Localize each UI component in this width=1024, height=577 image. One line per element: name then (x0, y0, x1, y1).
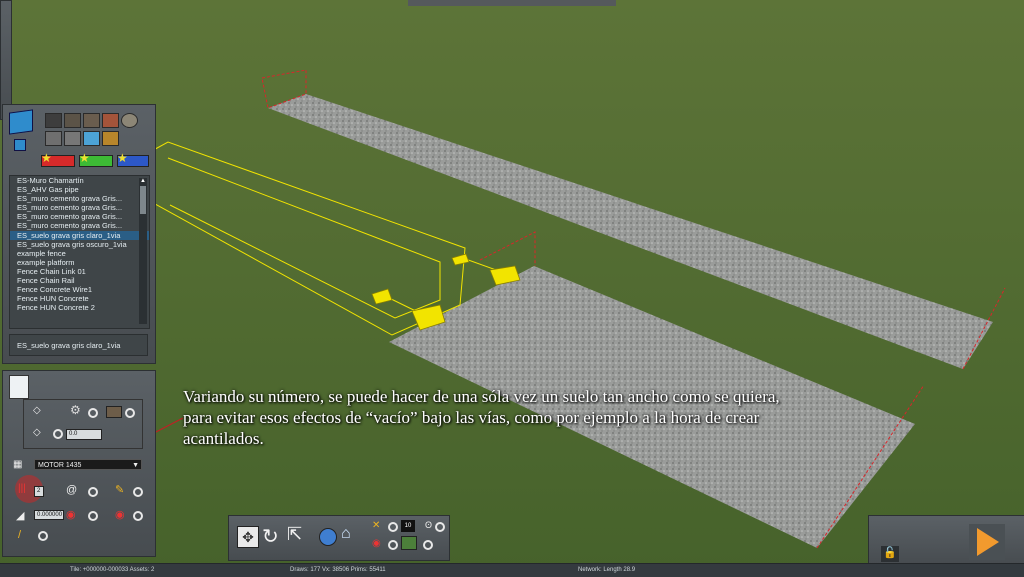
list-item[interactable]: ES_muro cemento grava Gris... (10, 212, 149, 221)
star-icon: ★ (41, 151, 52, 165)
snap-icon[interactable]: ⇱ (287, 524, 302, 545)
pipe-tool-icon[interactable] (64, 131, 81, 146)
radio-option[interactable] (423, 540, 433, 550)
list-item[interactable]: Fence Concrete Wire1 (10, 285, 149, 294)
offset-field[interactable]: 0.0 (66, 429, 102, 440)
grade-field[interactable]: 0.000000 (34, 510, 64, 520)
scrollbar[interactable]: ▲ (139, 178, 147, 324)
star-icon: ★ (79, 151, 90, 165)
scroll-up-icon[interactable]: ▲ (139, 178, 147, 184)
pencil-icon[interactable]: / (18, 529, 21, 541)
list-item-selected[interactable]: ES_suelo grava gris claro_1via (10, 230, 149, 240)
radio-option[interactable] (388, 540, 398, 550)
tool-pen-icon[interactable]: ✎ (115, 483, 124, 496)
track-type-select[interactable]: MOTOR 1435 ▼ (34, 459, 142, 470)
radio-option[interactable] (53, 429, 63, 439)
number-field[interactable]: 10 (401, 520, 415, 532)
marker-small-icon[interactable]: ◉ (372, 538, 381, 549)
list-item[interactable]: example platform (10, 258, 149, 267)
radio-option[interactable] (133, 511, 143, 521)
chevron-down-icon: ▼ (132, 462, 139, 469)
scroll-thumb[interactable] (140, 186, 146, 214)
list-item[interactable]: Fence HUN Concrete (10, 294, 149, 303)
tool-x-icon[interactable]: ✕ (372, 520, 380, 531)
star-icon: ★ (117, 151, 128, 165)
radio-option[interactable] (38, 531, 48, 541)
list-item[interactable]: ES-Muro Chamartín (10, 176, 149, 185)
unlock-icon[interactable]: 🔓 (881, 546, 899, 562)
draws-status: Draws: 177 Vx: 38506 Prims: 55411 (290, 567, 386, 573)
list-item[interactable]: ES_AHV Gas pipe (10, 185, 149, 194)
rail-tool-icon[interactable] (64, 113, 81, 128)
gear-icon[interactable]: ⚙ (70, 403, 81, 417)
home-icon[interactable]: ⌂ (341, 525, 351, 543)
tile-icon[interactable] (401, 536, 417, 550)
marker-icon-2[interactable]: ◉ (115, 508, 125, 521)
radio-option[interactable] (435, 522, 445, 532)
selected-asset-name: ES_suelo grava gris claro_1via (9, 334, 148, 356)
list-item[interactable]: example fence (10, 249, 149, 258)
tile-status: Tile: +000000-000033 Assets: 2 (70, 567, 155, 573)
grade-icon: ◢ (16, 510, 25, 522)
water-tool-icon[interactable] (83, 131, 100, 146)
count-icon: ||| (18, 483, 26, 494)
top-left-panel (0, 0, 12, 120)
network-status: Network: Length 28.9 (578, 567, 636, 573)
stone-tool-icon[interactable] (121, 113, 138, 128)
track-tool-icon[interactable] (45, 113, 62, 128)
rotate-icon[interactable]: ↻ (262, 524, 279, 549)
track-type-value: MOTOR 1435 (38, 462, 82, 469)
asset-list[interactable]: ES-Muro Chamartín ES_AHV Gas pipe ES_mur… (9, 175, 150, 329)
small-cube-icon[interactable] (14, 139, 26, 151)
lock-small-icon[interactable]: ʘ (425, 520, 432, 530)
properties-frame (23, 399, 143, 449)
texture-icon[interactable] (106, 406, 122, 418)
list-item[interactable]: ES_muro cemento grava Gris... (10, 203, 149, 212)
bridge-tool-icon[interactable] (45, 131, 62, 146)
bag-tool-icon[interactable] (102, 131, 119, 146)
bottom-right-panel: 🔓 (868, 515, 1024, 565)
list-item[interactable]: Fence Chain Rail (10, 276, 149, 285)
properties-panel: ◇ ⚙ ◇ 0.0 ▦ MOTOR 1435 ▼ ||| 2 @ ✎ ◢ 0.0… (2, 370, 156, 557)
count-field[interactable]: 2 (34, 486, 44, 497)
status-bar: Tile: +000000-000033 Assets: 2 Draws: 17… (0, 563, 1024, 577)
radio-option[interactable] (133, 487, 143, 497)
wall-tool-icon[interactable] (102, 113, 119, 128)
list-item[interactable]: ES_suelo grava gris oscuro_1via (10, 240, 149, 249)
cube-icon[interactable] (9, 109, 33, 135)
list-item[interactable]: Fence Chain Link 01 (10, 267, 149, 276)
radio-option[interactable] (125, 408, 135, 418)
tutorial-caption: Variando su número, se puede hacer de un… (183, 387, 780, 448)
radio-option[interactable] (88, 511, 98, 521)
play-icon (977, 528, 999, 556)
globe-icon[interactable] (319, 528, 337, 546)
expand-icon[interactable]: ✥ (237, 526, 259, 548)
track-icon: ▦ (13, 459, 23, 470)
radio-option[interactable] (388, 522, 398, 532)
fence-tool-icon[interactable] (83, 113, 100, 128)
radio-option[interactable] (88, 408, 98, 418)
spline-icon[interactable]: ◇ (33, 405, 41, 416)
list-item[interactable]: ES_muro cemento grava Gris... (10, 221, 149, 230)
curve-icon[interactable]: @ (66, 484, 77, 496)
list-item[interactable]: ES_muro cemento grava Gris... (10, 194, 149, 203)
offset-icon[interactable]: ◇ (33, 427, 41, 438)
play-button[interactable] (969, 524, 1005, 560)
marker-icon[interactable]: ◉ (66, 508, 76, 521)
radio-option[interactable] (88, 487, 98, 497)
document-icon[interactable] (9, 375, 29, 399)
list-item[interactable]: Fence HUN Concrete 2 (10, 303, 149, 312)
bottom-toolbar: ✥ ↻ ⇱ ⌂ ✕ 10 ʘ ◉ (228, 515, 450, 561)
